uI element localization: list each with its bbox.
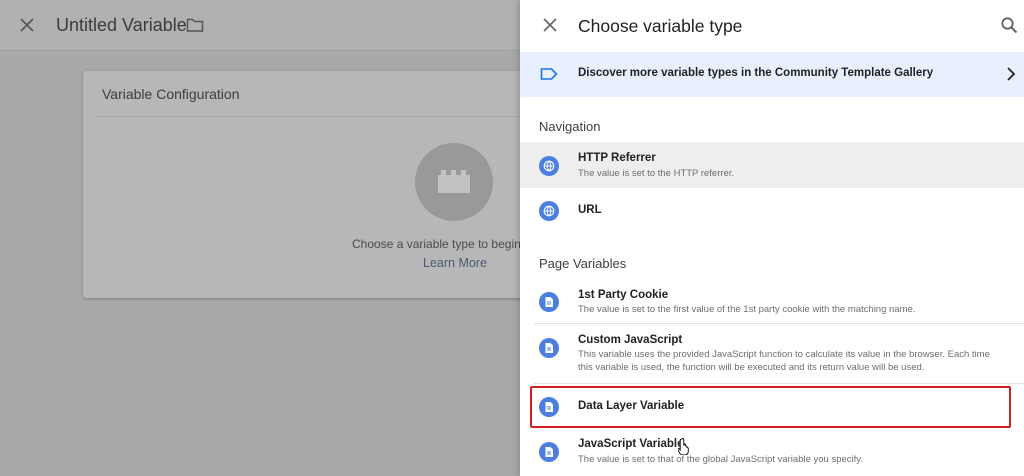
editor-header: Untitled Variable (0, 0, 520, 51)
search-icon[interactable] (1000, 16, 1018, 34)
community-gallery-link[interactable]: Discover more variable types in the Comm… (520, 52, 1024, 97)
variable-name[interactable]: Untitled Variable (56, 15, 187, 36)
variable-type-http-referrer[interactable]: HTTP Referrer The value is set to the HT… (520, 142, 1024, 188)
item-description: This variable uses the provided JavaScri… (578, 349, 990, 373)
close-icon[interactable] (17, 14, 37, 36)
choose-type-prompt: Choose a variable type to begin . (352, 237, 528, 251)
blocks-icon (438, 170, 470, 193)
variable-configuration-card[interactable]: Variable Configuration Choose a variable… (83, 71, 528, 298)
panel-header: Choose variable type (520, 0, 1024, 52)
variable-type-custom-javascript[interactable]: Custom JavaScript This variable uses the… (520, 325, 1024, 381)
document-icon (539, 442, 559, 462)
divider (97, 116, 528, 117)
variable-type-1st-party-cookie[interactable]: 1st Party Cookie The value is set to the… (520, 280, 1024, 322)
variable-editor-backdrop: Untitled Variable Variable Configuration… (0, 0, 528, 476)
highlight-box (530, 386, 1011, 428)
section-heading-page-variables: Page Variables (539, 256, 627, 271)
divider (534, 323, 1024, 324)
globe-icon (539, 156, 559, 176)
tag-icon (540, 68, 558, 80)
variable-type-javascript-variable[interactable]: JavaScript Variable The value is set to … (520, 430, 1024, 476)
variable-type-placeholder[interactable] (415, 143, 493, 221)
variable-type-url[interactable]: URL (520, 190, 1024, 232)
close-icon[interactable] (541, 16, 559, 34)
item-name: JavaScript Variable (578, 438, 684, 450)
chevron-right-icon (1007, 67, 1016, 81)
folder-icon[interactable] (186, 17, 204, 33)
section-heading-navigation: Navigation (539, 119, 601, 134)
item-name: 1st Party Cookie (578, 289, 669, 301)
item-name: HTTP Referrer (578, 152, 656, 164)
document-icon (539, 338, 559, 358)
card-title: Variable Configuration (102, 86, 240, 102)
document-icon (539, 292, 559, 312)
item-name: URL (578, 204, 602, 216)
globe-icon (539, 201, 559, 221)
panel-title: Choose variable type (578, 16, 743, 36)
gallery-link-text: Discover more variable types in the Comm… (578, 67, 934, 79)
divider (534, 383, 1024, 384)
item-name: Custom JavaScript (578, 334, 683, 346)
hand-cursor-icon (678, 438, 689, 455)
item-description: The value is set to that of the global J… (578, 454, 863, 465)
learn-more-link[interactable]: Learn More (423, 256, 487, 270)
item-description: The value is set to the first value of t… (578, 304, 916, 315)
item-description: The value is set to the HTTP referrer. (578, 168, 735, 179)
